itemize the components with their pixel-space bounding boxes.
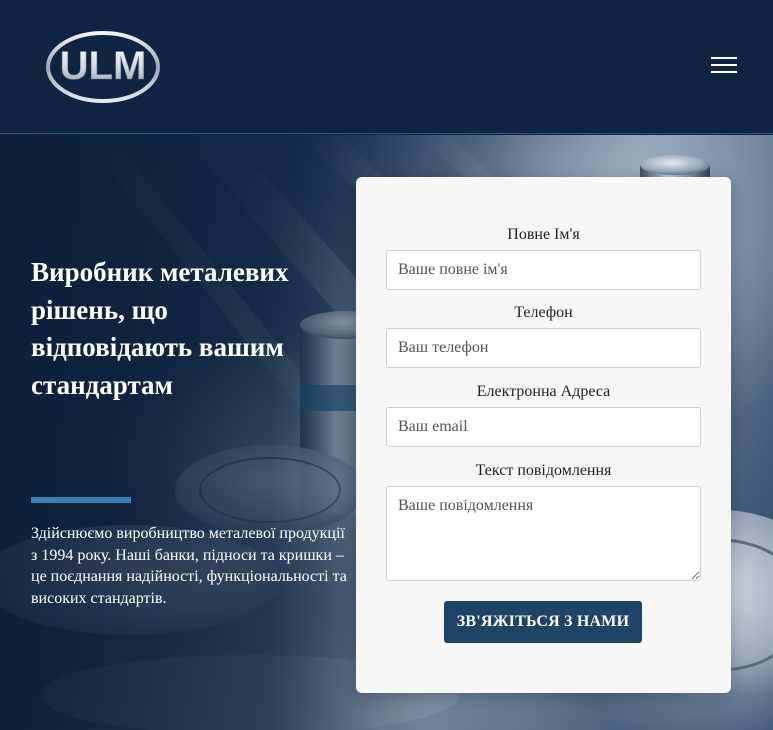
full-name-label: Повне Ім'я: [507, 226, 580, 243]
logo-text: ULM: [60, 44, 147, 88]
contact-us-button[interactable]: ЗВ'ЯЖІТЬСЯ З НАМИ: [444, 601, 642, 643]
message-label: Текст повідомлення: [475, 462, 612, 479]
hero-headline: Виробник металевих рішень, що відповідаю…: [31, 257, 289, 400]
hero-intro-text: Здійснюємо виробництво металевої продукц…: [31, 525, 347, 607]
hamburger-menu-icon[interactable]: [708, 54, 738, 76]
ulm-logo[interactable]: ULM: [44, 30, 162, 104]
menu-line: [711, 64, 737, 66]
menu-line: [711, 57, 737, 59]
menu-line: [711, 71, 737, 73]
site-header: ULM: [0, 0, 773, 134]
email-label: Електронна Адреса: [476, 383, 611, 400]
message-textarea[interactable]: [386, 486, 701, 581]
phone-label: Телефон: [514, 304, 573, 321]
phone-input[interactable]: [386, 328, 701, 368]
full-name-input[interactable]: [386, 250, 701, 290]
email-input[interactable]: [386, 407, 701, 447]
headline-divider: [31, 497, 131, 503]
contact-form: Повне Ім'я Телефон Електронна Адреса Тек…: [356, 177, 731, 693]
